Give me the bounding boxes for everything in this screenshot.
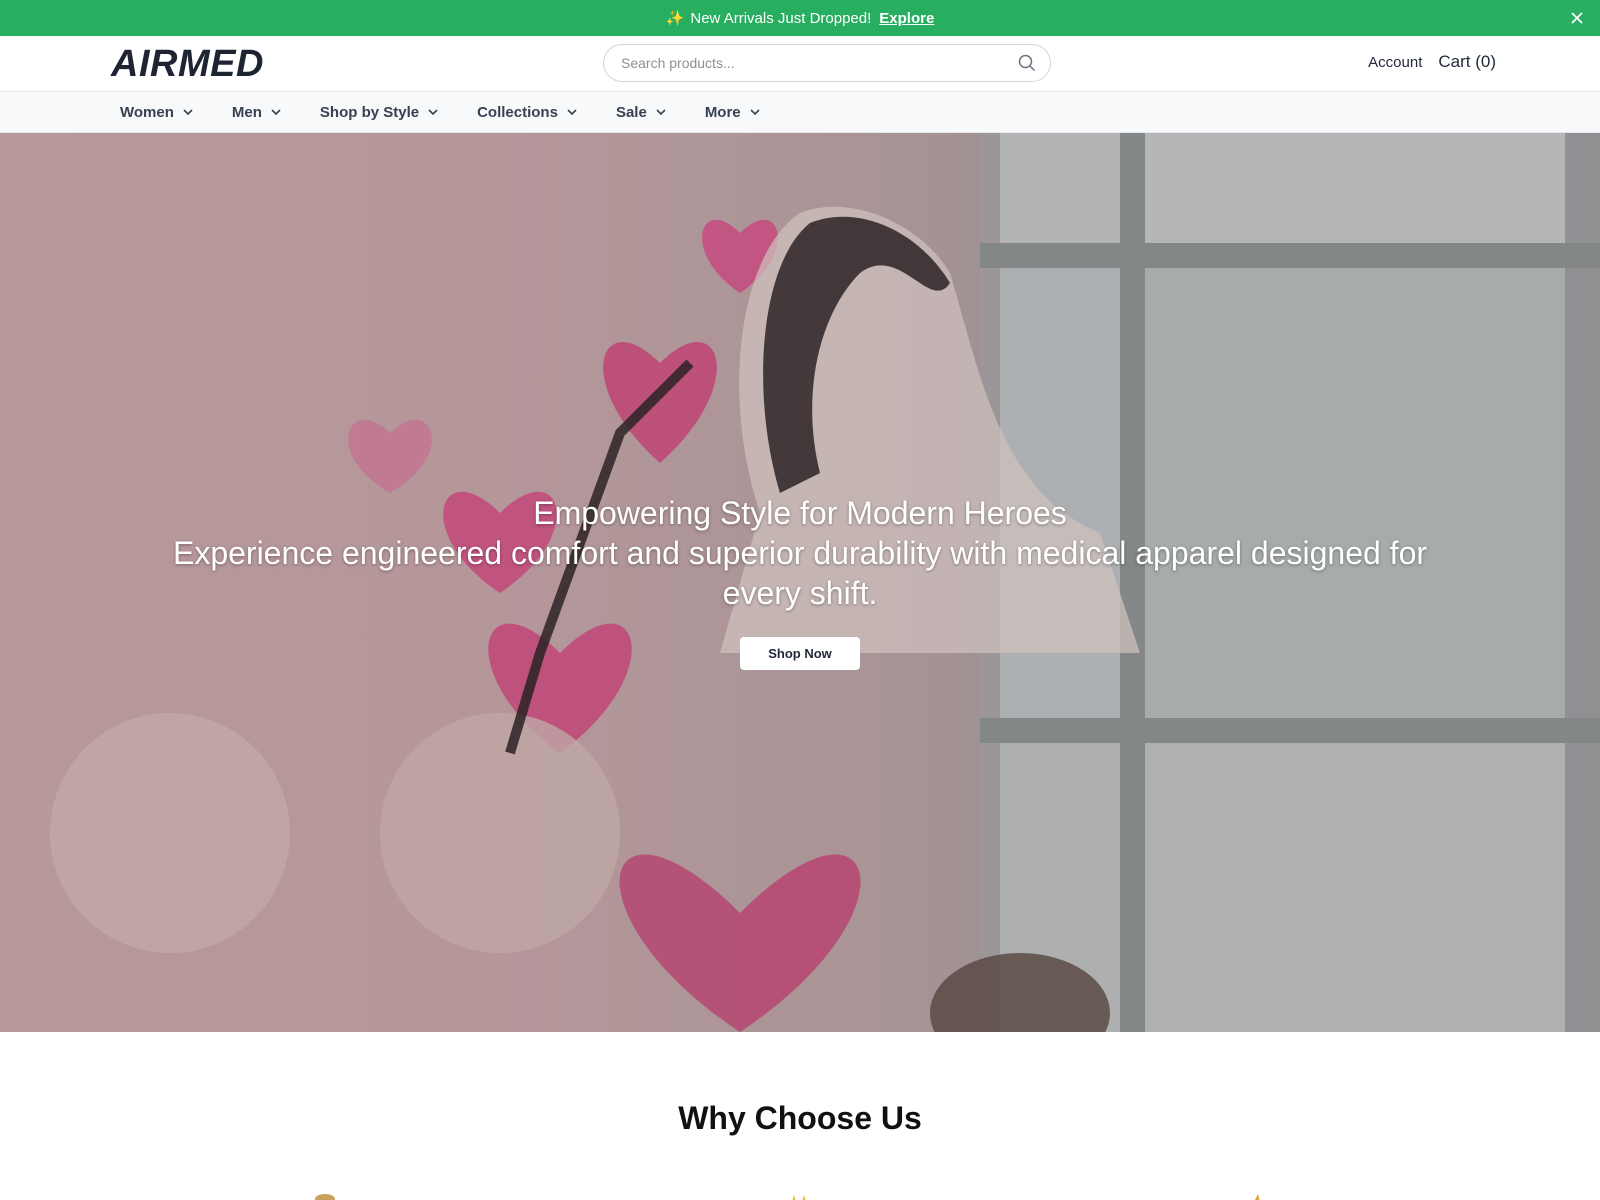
nav-item-label: Sale	[615, 103, 647, 121]
shop-now-button[interactable]: Shop Now	[740, 637, 860, 670]
nav-item-collections[interactable]: Collections	[477, 104, 578, 121]
announcement-text: New Arrivals Just Dropped!	[690, 9, 872, 27]
logo[interactable]: AIRMED	[111, 42, 264, 86]
header-actions: Account Cart (0)	[1368, 52, 1496, 72]
hero-content: Empowering Style for Modern Heroes Exper…	[0, 493, 1600, 670]
chevron-down-icon	[567, 109, 577, 116]
nav-item-shop-by-style[interactable]: Shop by Style	[320, 104, 439, 121]
announcement-explore-link[interactable]: Explore	[879, 10, 934, 27]
nav-item-label: Shop by Style	[319, 103, 420, 121]
chevron-down-icon	[271, 109, 281, 116]
announcement-bar: ✨ New Arrivals Just Dropped! Explore	[0, 0, 1600, 36]
nav-item-women[interactable]: Women	[120, 104, 194, 121]
chevron-down-icon	[183, 109, 193, 116]
chevron-down-icon	[750, 109, 760, 116]
hero-subtitle: Experience engineered comfort and superi…	[172, 535, 1428, 611]
nav-item-sale[interactable]: Sale	[616, 104, 667, 121]
close-icon[interactable]	[1568, 9, 1586, 27]
site-header: AIRMED Account Cart (0)	[0, 36, 1600, 92]
account-link[interactable]: Account	[1368, 54, 1422, 71]
nav-item-label: Men	[231, 103, 262, 121]
why-choose-us-section: Why Choose Us	[0, 1032, 1600, 1200]
feature-icon	[315, 1194, 335, 1200]
search-icon[interactable]	[1018, 54, 1036, 72]
hero-banner: Empowering Style for Modern Heroes Exper…	[0, 133, 1600, 1032]
feature-icon	[1255, 1194, 1260, 1200]
hero-title: Empowering Style for Modern Heroes	[533, 495, 1067, 531]
cart-link[interactable]: Cart (0)	[1438, 52, 1496, 72]
main-nav: Women Men Shop by Style Collections Sale…	[0, 92, 1600, 133]
search-bar[interactable]	[603, 44, 1051, 82]
nav-item-label: Collections	[477, 103, 558, 121]
chevron-down-icon	[428, 109, 438, 116]
chevron-down-icon	[656, 109, 666, 116]
sparkles-icon	[792, 1195, 806, 1200]
search-input[interactable]	[621, 55, 1018, 71]
nav-item-more[interactable]: More	[705, 104, 761, 121]
sparkles-icon: ✨	[665, 10, 685, 27]
section-title: Why Choose Us	[678, 1100, 922, 1136]
nav-item-men[interactable]: Men	[232, 104, 282, 121]
nav-item-label: More	[704, 103, 741, 121]
nav-item-label: Women	[120, 103, 174, 121]
